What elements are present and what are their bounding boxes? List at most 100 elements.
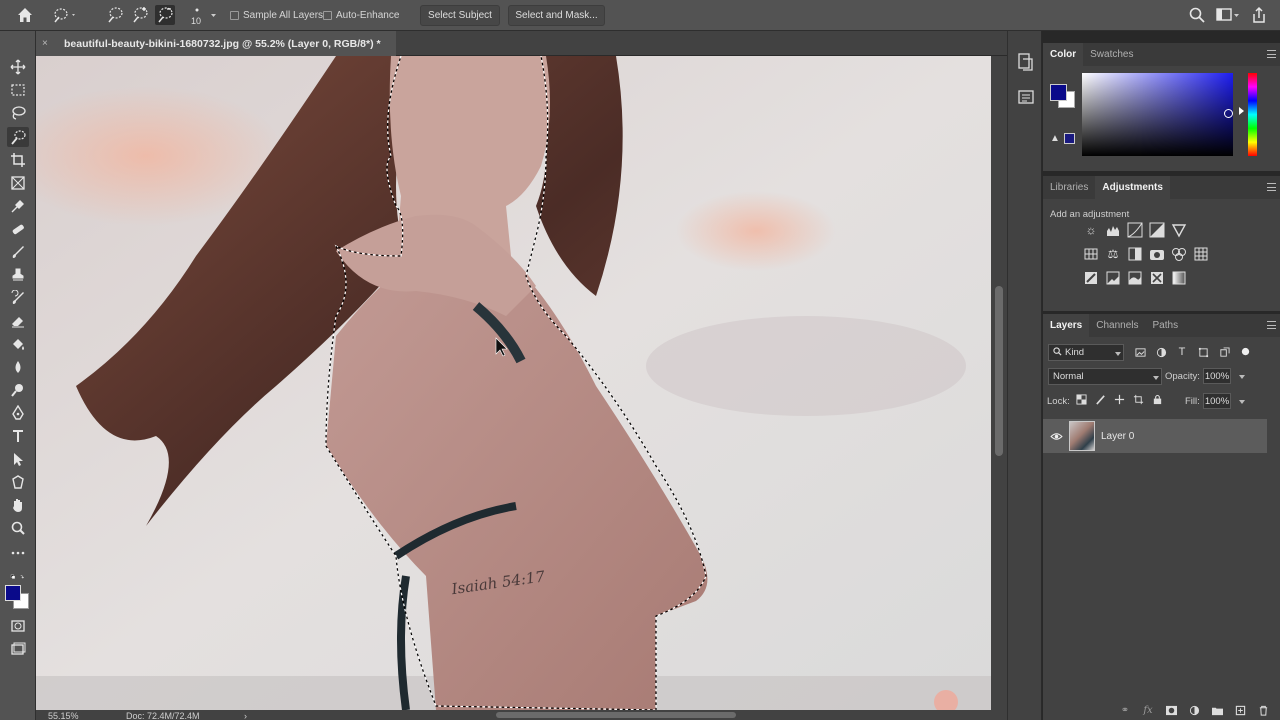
history-brush-tool-icon[interactable] [7, 288, 29, 308]
document-tab[interactable]: × beautiful-beauty-bikini-1680732.jpg @ … [36, 31, 396, 56]
sample-all-layers-checkbox[interactable]: Sample All Layers [230, 8, 323, 23]
properties-panel-icon[interactable] [1016, 87, 1036, 109]
blur-tool-icon[interactable] [7, 357, 29, 377]
vertical-scrollbar[interactable] [991, 56, 1007, 710]
auto-enhance-checkbox[interactable]: Auto-Enhance [323, 8, 399, 23]
add-mask-icon[interactable] [1164, 705, 1178, 717]
share-icon[interactable] [1250, 6, 1268, 27]
lock-artboard-icon[interactable] [1132, 393, 1145, 406]
panel-menu-icon[interactable] [1267, 50, 1276, 58]
default-colors-icon[interactable] [3, 567, 33, 587]
filter-shape-layers-icon[interactable] [1196, 344, 1210, 360]
clone-stamp-tool-icon[interactable] [7, 265, 29, 285]
checkbox-box[interactable] [230, 11, 239, 20]
tab-color[interactable]: Color [1043, 43, 1084, 66]
vibrance-icon[interactable] [1171, 222, 1187, 238]
tab-layers[interactable]: Layers [1043, 314, 1090, 337]
fill-chevron-icon[interactable] [1239, 400, 1245, 404]
new-selection-icon[interactable] [105, 5, 125, 25]
color-lookup-icon[interactable] [1193, 246, 1209, 262]
filter-pixel-layers-icon[interactable] [1133, 344, 1147, 360]
opacity-chevron-icon[interactable] [1239, 375, 1245, 379]
color-balance-icon[interactable]: ⚖ [1105, 246, 1121, 262]
hue-slider[interactable] [1248, 73, 1257, 156]
invert-icon[interactable] [1083, 270, 1099, 286]
brush-tool-icon[interactable] [7, 242, 29, 262]
add-to-selection-icon[interactable] [130, 5, 150, 25]
lasso-tool-icon[interactable] [7, 103, 29, 123]
delete-layer-icon[interactable] [1256, 705, 1270, 717]
crop-tool-icon[interactable] [7, 150, 29, 170]
panel-menu-icon[interactable] [1267, 321, 1276, 329]
move-tool-icon[interactable] [7, 57, 29, 77]
status-menu-arrow-icon[interactable]: › [244, 710, 247, 720]
lock-transparent-pixels-icon[interactable] [1075, 393, 1088, 406]
layer-name[interactable]: Layer 0 [1101, 431, 1134, 442]
checkbox-box[interactable] [323, 11, 332, 20]
workspace-layout-icon[interactable] [1215, 6, 1241, 27]
close-tab-icon[interactable]: × [42, 38, 56, 49]
filter-toggle-icon[interactable] [1238, 344, 1252, 360]
rectangular-marquee-tool-icon[interactable] [7, 80, 29, 100]
tab-paths[interactable]: Paths [1146, 314, 1186, 337]
hue-slider-arrow-icon[interactable] [1239, 107, 1244, 115]
lock-all-icon[interactable] [1151, 393, 1164, 406]
type-tool-icon[interactable] [7, 426, 29, 446]
hue-saturation-icon[interactable] [1083, 246, 1099, 262]
lock-image-pixels-icon[interactable] [1094, 393, 1107, 406]
vertical-scroll-thumb[interactable] [995, 286, 1003, 456]
foreground-color-swatch[interactable] [5, 585, 21, 601]
more-tools-icon[interactable] [7, 543, 29, 563]
new-layer-icon[interactable] [1233, 705, 1247, 717]
eraser-tool-icon[interactable] [7, 311, 29, 331]
tab-adjustments[interactable]: Adjustments [1095, 176, 1170, 199]
quick-mask-icon[interactable] [7, 616, 29, 636]
zoom-level[interactable]: 55.15% [48, 710, 79, 720]
link-layers-icon[interactable]: ⚭ [1118, 705, 1132, 717]
custom-shape-tool-icon[interactable] [7, 472, 29, 492]
home-icon[interactable] [15, 5, 35, 25]
path-selection-tool-icon[interactable] [7, 449, 29, 469]
zoom-tool-icon[interactable] [7, 518, 29, 538]
panel-menu-icon[interactable] [1267, 183, 1276, 191]
filter-type-layers-icon[interactable]: T [1175, 344, 1189, 360]
tool-preset-picker-icon[interactable] [52, 5, 78, 25]
healing-brush-tool-icon[interactable] [7, 219, 29, 239]
opacity-input[interactable]: 100% [1203, 368, 1231, 384]
quick-selection-tool-icon[interactable] [7, 127, 29, 147]
color-spectrum-field[interactable] [1082, 73, 1233, 156]
gradient-map-icon[interactable] [1171, 270, 1187, 286]
new-fill-adjustment-layer-icon[interactable] [1187, 705, 1201, 717]
lock-position-icon[interactable] [1113, 393, 1126, 406]
new-group-icon[interactable] [1210, 705, 1224, 717]
out-of-gamut-warning-icon[interactable]: ▲ [1050, 133, 1060, 144]
hand-tool-icon[interactable] [7, 495, 29, 515]
paint-bucket-tool-icon[interactable] [7, 334, 29, 354]
subtract-from-selection-icon[interactable] [155, 5, 175, 25]
select-subject-button[interactable]: Select Subject [420, 5, 500, 26]
pen-tool-icon[interactable] [7, 403, 29, 423]
blend-mode-select[interactable]: Normal [1048, 368, 1162, 385]
foreground-color-chip[interactable] [1050, 84, 1067, 101]
selective-color-icon[interactable] [1149, 270, 1165, 286]
levels-icon[interactable] [1105, 222, 1121, 238]
layer-style-fx-icon[interactable]: fx [1141, 705, 1155, 717]
filter-smart-objects-icon[interactable] [1217, 344, 1231, 360]
eye-icon[interactable] [1043, 432, 1069, 441]
layer-row[interactable]: Layer 0 [1043, 419, 1267, 453]
channel-mixer-icon[interactable] [1171, 246, 1187, 262]
tab-channels[interactable]: Channels [1089, 314, 1145, 337]
select-and-mask-button[interactable]: Select and Mask... [508, 5, 605, 26]
photo-filter-icon[interactable] [1149, 246, 1165, 262]
tab-libraries[interactable]: Libraries [1043, 176, 1095, 199]
exposure-icon[interactable] [1149, 222, 1165, 238]
document-canvas[interactable]: Isaiah 54:17 [36, 56, 991, 710]
history-panel-icon[interactable] [1016, 51, 1036, 73]
dodge-tool-icon[interactable] [7, 380, 29, 400]
tab-swatches[interactable]: Swatches [1083, 43, 1140, 66]
filter-adjustment-layers-icon[interactable] [1154, 344, 1168, 360]
posterize-icon[interactable] [1105, 270, 1121, 286]
threshold-icon[interactable] [1127, 270, 1143, 286]
curves-icon[interactable] [1127, 222, 1143, 238]
layer-filter-select[interactable]: Kind [1048, 344, 1124, 361]
